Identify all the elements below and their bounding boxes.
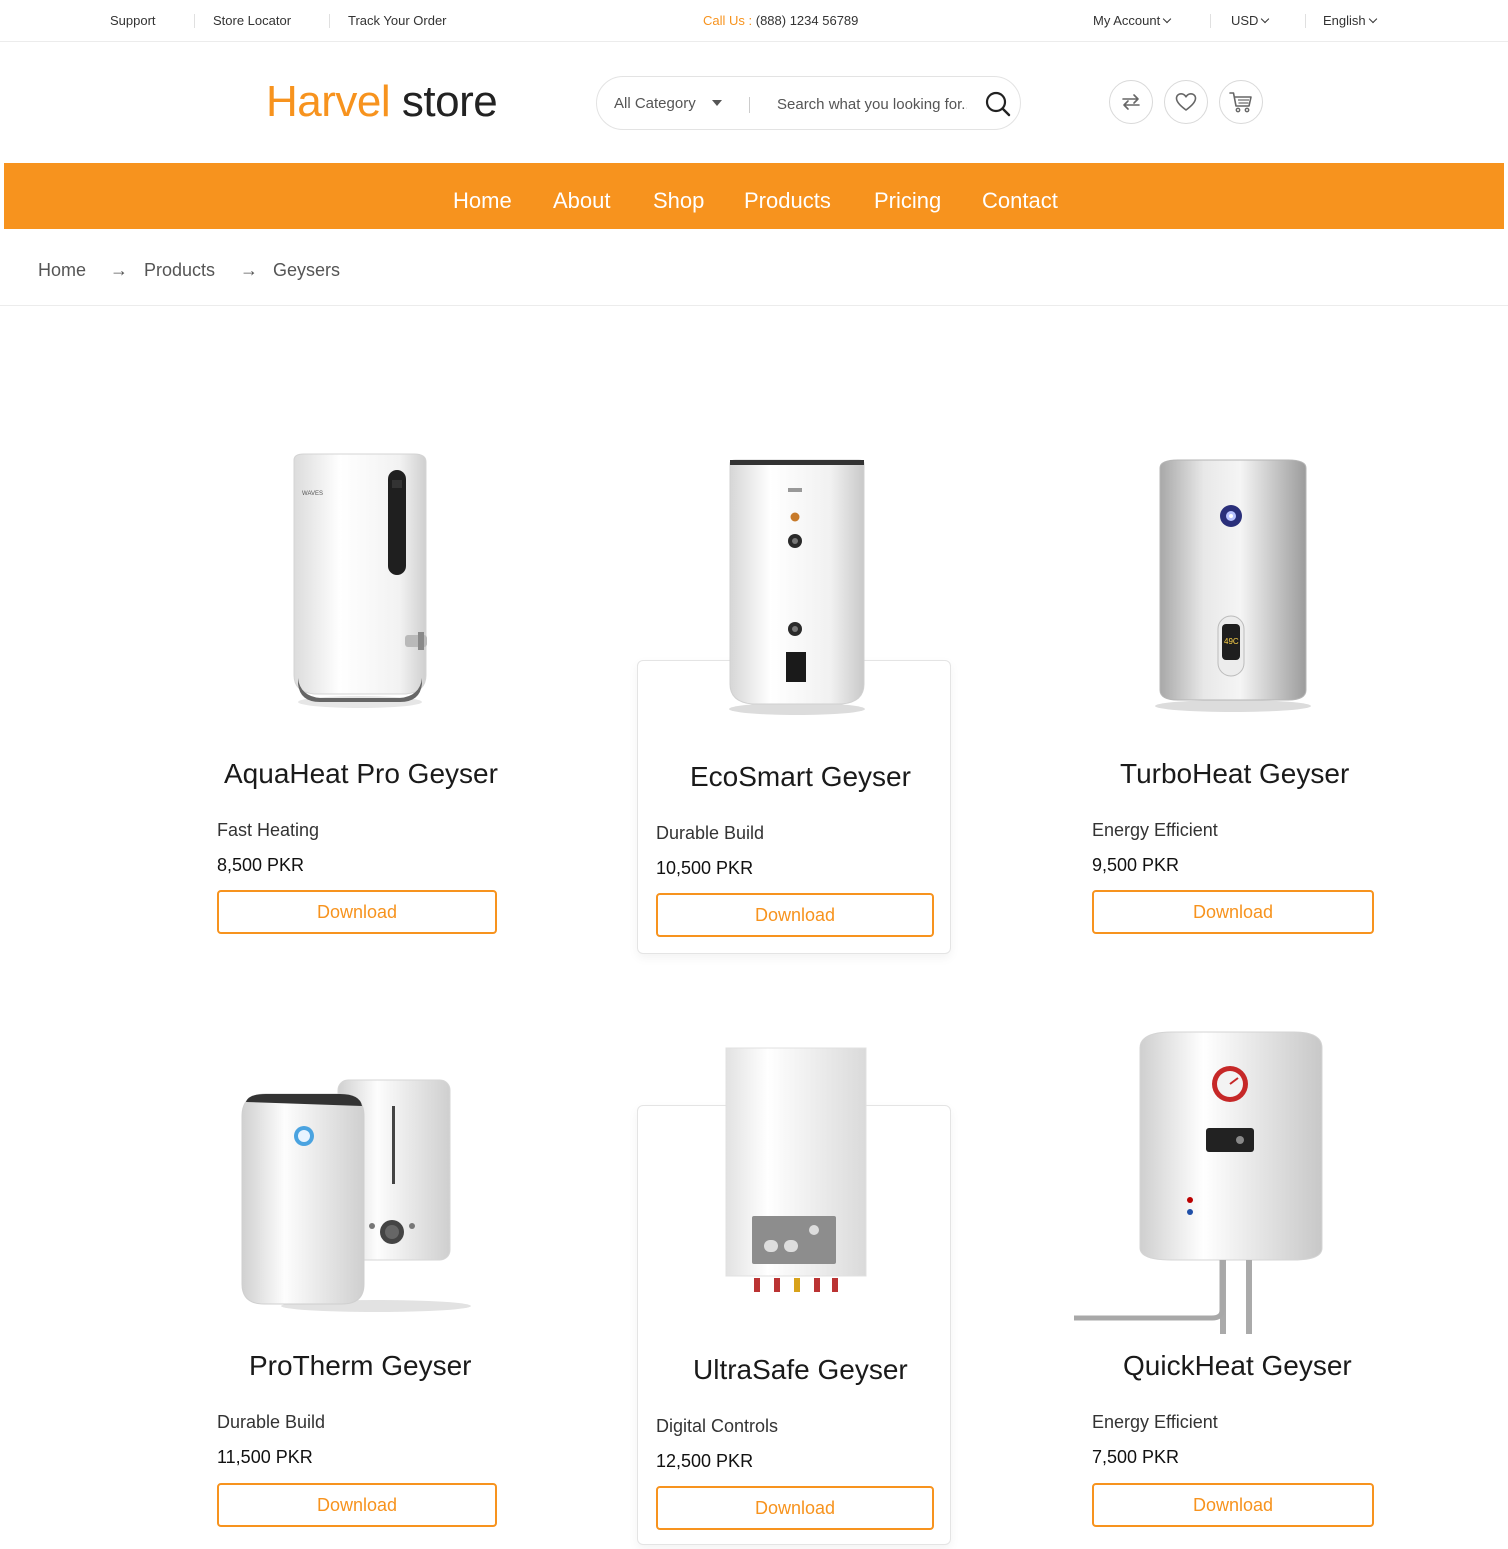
divider	[329, 14, 330, 28]
product-feature: Energy Efficient	[1092, 820, 1218, 840]
product-card: WAVES AquaHeat Pro Geyser Fast Heating 8…	[190, 430, 530, 950]
search-icon	[985, 91, 1011, 117]
product-name[interactable]: ProTherm Geyser	[249, 1350, 472, 1382]
search-bar: All Category	[596, 76, 1021, 130]
product-image[interactable]	[722, 1046, 872, 1306]
arrow-right-icon: →	[110, 260, 128, 280]
nav-products[interactable]: Products	[744, 187, 831, 215]
divider	[749, 97, 750, 113]
chevron-down-icon	[1261, 14, 1270, 24]
nav-home[interactable]: Home	[453, 187, 512, 215]
currency-label: USD	[1231, 13, 1259, 28]
product-feature: Fast Heating	[217, 820, 320, 840]
main-nav: Home About Shop Products Pricing Contact	[4, 163, 1504, 229]
product-card: ProTherm Geyser Durable Build 11,500 PKR…	[190, 1060, 530, 1540]
product-feature: Durable Build	[656, 823, 765, 843]
divider	[194, 14, 195, 28]
product-price: 10,500 PKR	[656, 858, 754, 878]
breadcrumb-home[interactable]: Home	[38, 260, 86, 281]
my-account-label: My Account	[1093, 13, 1161, 28]
geyser-image	[241, 1079, 471, 1312]
chevron-down-icon	[1162, 14, 1172, 24]
call-us-label: Call Us :	[703, 13, 753, 28]
search-input[interactable]	[777, 89, 967, 119]
geyser-image: 49C	[1155, 459, 1311, 712]
product-image[interactable]	[722, 452, 872, 722]
top-bar: Support Store Locator Track Your Order C…	[0, 0, 1508, 42]
compare-button[interactable]	[1109, 80, 1153, 124]
divider	[1210, 14, 1211, 28]
chevron-down-icon	[1368, 14, 1377, 24]
download-button[interactable]: Download	[656, 1486, 934, 1530]
product-price: 12,500 PKR	[656, 1451, 754, 1471]
breadcrumb-products[interactable]: Products	[144, 260, 215, 281]
nav-contact[interactable]: Contact	[982, 187, 1058, 215]
currency-dropdown[interactable]: USD	[1231, 13, 1270, 28]
product-card: 49C TurboHeat Geyser Energy Efficient 9,…	[1080, 430, 1400, 950]
call-us-number: (888) 1234 56789	[752, 13, 859, 28]
search-button[interactable]	[983, 89, 1013, 119]
product-price: 9,500 PKR	[1092, 855, 1180, 875]
geyser-image: WAVES	[293, 453, 427, 708]
support-link[interactable]: Support	[110, 13, 156, 28]
product-name[interactable]: QuickHeat Geyser	[1123, 1350, 1352, 1382]
download-button[interactable]: Download	[1092, 1483, 1374, 1527]
site-logo[interactable]: Harvel store	[266, 76, 498, 128]
logo-suffix: store	[401, 77, 498, 126]
geyser-image	[1074, 1031, 1323, 1334]
product-price: 11,500 PKR	[217, 1447, 313, 1467]
caret-down-icon[interactable]	[712, 100, 722, 106]
arrow-right-icon: →	[240, 260, 258, 280]
svg-text:WAVES: WAVES	[302, 491, 323, 497]
download-button[interactable]: Download	[656, 893, 934, 937]
product-image[interactable]: WAVES	[280, 450, 440, 715]
compare-icon	[1122, 94, 1140, 110]
download-button[interactable]: Download	[217, 890, 497, 934]
download-button[interactable]: Download	[217, 1483, 497, 1527]
heart-icon	[1175, 93, 1197, 111]
product-name[interactable]: UltraSafe Geyser	[693, 1354, 908, 1386]
wishlist-button[interactable]	[1164, 80, 1208, 124]
product-image[interactable]	[236, 1076, 476, 1321]
product-name[interactable]: TurboHeat Geyser	[1120, 758, 1349, 790]
product-price: 8,500 PKR	[217, 855, 305, 875]
my-account-dropdown[interactable]: My Account	[1093, 13, 1172, 28]
language-dropdown[interactable]: English	[1323, 13, 1377, 28]
nav-shop[interactable]: Shop	[653, 187, 704, 215]
product-price: 7,500 PKR	[1092, 1447, 1180, 1467]
product-feature: Durable Build	[217, 1412, 326, 1432]
cart-button[interactable]	[1219, 80, 1263, 124]
geyser-image	[729, 459, 865, 715]
geyser-image	[725, 1047, 867, 1292]
divider	[1305, 14, 1306, 28]
product-name[interactable]: AquaHeat Pro Geyser	[224, 758, 498, 790]
track-order-link[interactable]: Track Your Order	[348, 13, 447, 28]
breadcrumb-current: Geysers	[273, 260, 341, 280]
store-locator-link[interactable]: Store Locator	[213, 13, 291, 28]
logo-brand: Harvel	[266, 77, 391, 126]
download-button[interactable]: Download	[1092, 890, 1374, 934]
nav-about[interactable]: About	[553, 187, 611, 215]
nav-pricing[interactable]: Pricing	[874, 187, 941, 215]
product-card: QuickHeat Geyser Energy Efficient 7,500 …	[1070, 1020, 1400, 1540]
product-feature: Digital Controls	[656, 1416, 779, 1436]
product-image[interactable]: 49C	[1148, 454, 1318, 719]
cart-icon	[1229, 92, 1252, 113]
product-image[interactable]	[1072, 1028, 1352, 1343]
product-name[interactable]: EcoSmart Geyser	[690, 761, 911, 793]
call-us: Call Us : (888) 1234 56789	[703, 13, 858, 28]
product-feature: Energy Efficient	[1092, 1412, 1218, 1432]
category-select[interactable]: All Category	[614, 95, 696, 112]
language-label: English	[1323, 13, 1366, 28]
breadcrumb: Home → Products → Geysers	[0, 244, 1508, 306]
svg-text:49C: 49C	[1224, 637, 1239, 646]
